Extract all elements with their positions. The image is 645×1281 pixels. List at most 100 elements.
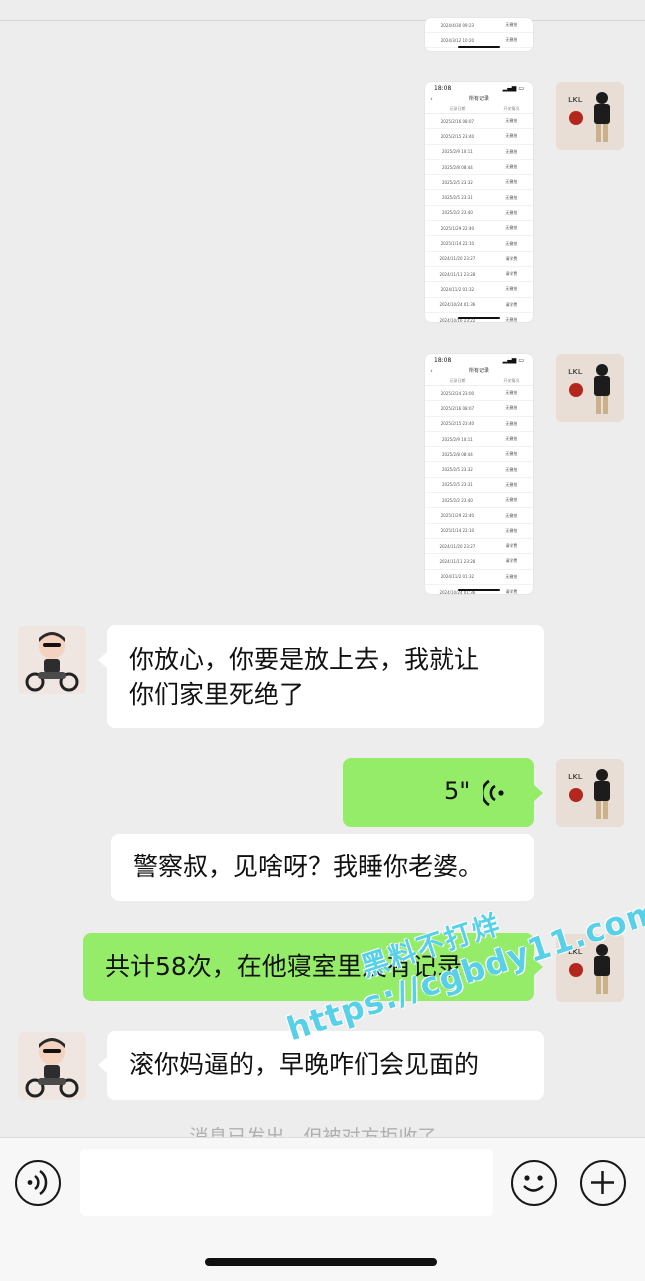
record-date: 2025/2/9 10:11 bbox=[442, 436, 473, 442]
record-status: 无撤拍 bbox=[505, 466, 518, 472]
self-avatar-image: ʟᴋʟ bbox=[556, 354, 624, 422]
contact-avatar[interactable] bbox=[18, 1032, 86, 1100]
record-status: 无撤拍 bbox=[505, 451, 518, 457]
record-date: 2025/1/14 22:10 bbox=[440, 241, 475, 247]
self-avatar[interactable]: ʟᴋʟ bbox=[556, 82, 624, 150]
message-bubble-sent[interactable]: 共计58次，在他寝室里没有记录 bbox=[83, 933, 534, 1001]
emoji-icon bbox=[523, 1175, 544, 1192]
table-row: 2025/2/5 23:31 无撤拍 bbox=[425, 478, 533, 494]
plus-button[interactable] bbox=[580, 1160, 626, 1206]
record-status: 无撤拍 bbox=[505, 405, 518, 411]
record-date: 2025/2/5 23:32 bbox=[442, 179, 473, 185]
record-date: 2024/11/11 23:28 bbox=[439, 558, 476, 564]
screenshot-image[interactable]: 18:08 ▂▄▆ ▭ ‹ 所有记录 记录日期 开关情况 2025/2/16 08:0… bbox=[425, 82, 533, 322]
record-status: 请学费 bbox=[505, 301, 518, 307]
self-avatar[interactable]: ʟᴋʟ bbox=[556, 759, 624, 827]
record-status: 请学费 bbox=[505, 255, 518, 261]
table-row: 2024/11/2 01:32 无撤拍 bbox=[425, 282, 533, 298]
table-row: 2025/1/14 22:10 无撤拍 bbox=[425, 236, 533, 252]
voice-duration: 5" bbox=[444, 777, 471, 805]
table-row: 2024/11/20 23:27 请学费 bbox=[425, 252, 533, 267]
table-row: 2025/2/24 23:00 无撤拍 bbox=[425, 386, 533, 402]
table-row: 2025/2/9 10:11 无撤拍 bbox=[425, 145, 533, 160]
message-text: 滚你妈逼的，早晚咋们会见面的 bbox=[129, 1050, 480, 1079]
svg-text:ʟᴋʟ: ʟᴋʟ bbox=[568, 95, 583, 105]
record-date: 2025/2/2 23:40 bbox=[442, 497, 473, 503]
table-row: 2025/1/29 22:40 无撤拍 bbox=[425, 221, 533, 237]
records-title: ‹ 所有记录 bbox=[430, 95, 489, 103]
screenshot-image[interactable]: 18:08 ▂▄▆ ▭ ‹ 所有记录 记录日期 开关情况 2025/2/24 23:0… bbox=[425, 354, 533, 594]
voice-mode-button[interactable] bbox=[15, 1160, 61, 1206]
record-date: 2025/2/5 23:32 bbox=[442, 467, 473, 473]
record-date: 2025/2/15 23:40 bbox=[440, 421, 475, 427]
record-date: 2025/2/5 23:31 bbox=[442, 482, 473, 488]
table-header: 记录日期 开关情况 bbox=[425, 376, 533, 386]
record-status: 无撤拍 bbox=[505, 481, 518, 487]
svg-text:ʟᴋʟ: ʟᴋʟ bbox=[568, 772, 583, 782]
svg-text:ʟᴋʟ: ʟᴋʟ bbox=[568, 367, 583, 377]
record-status: 无撤拍 bbox=[505, 240, 518, 246]
record-status: 无撤拍 bbox=[505, 225, 518, 231]
record-status: 无撤拍 bbox=[505, 512, 518, 518]
message-input[interactable] bbox=[80, 1149, 493, 1216]
table-row: 2025/2/15 23:40 无撤拍 bbox=[425, 129, 533, 145]
message-text: 共计58次，在他寝室里没有记录 bbox=[105, 952, 462, 981]
message-bubble-received[interactable]: 你放心，你要是放上去，我就让 你们家里死绝了 bbox=[107, 625, 544, 728]
self-avatar-image: ʟᴋʟ bbox=[556, 82, 624, 150]
record-status: 无撤拍 bbox=[505, 133, 518, 139]
record-date: 2025/1/29 22:40 bbox=[440, 225, 475, 231]
record-date: 2025/1/14 22:10 bbox=[440, 528, 475, 534]
home-indicator bbox=[458, 589, 500, 591]
nav-bar-edge bbox=[0, 0, 645, 21]
record-date: 2024/11/2 01:32 bbox=[440, 286, 475, 292]
record-status: 请学费 bbox=[505, 271, 518, 277]
emoji-button[interactable] bbox=[511, 1160, 557, 1206]
table-row: 2025/2/8 08:44 无撤拍 bbox=[425, 447, 533, 463]
self-avatar[interactable]: ʟᴋʟ bbox=[556, 934, 624, 1002]
status-bar: 18:08 ▂▄▆ ▭ bbox=[434, 84, 524, 92]
bubble-tail bbox=[534, 785, 543, 801]
record-date: 2025/2/9 10:11 bbox=[442, 149, 473, 155]
back-icon: ‹ bbox=[430, 95, 433, 103]
message-text: 警察叔，见啥呀？我睡你老婆。 bbox=[133, 852, 484, 881]
contact-avatar[interactable] bbox=[18, 626, 86, 694]
screenshot-image-partial[interactable]: 2024/4/30 09:23 无撤拍 2024/3/12 10:20 无撤拍 bbox=[425, 18, 533, 51]
self-avatar[interactable]: ʟᴋʟ bbox=[556, 354, 624, 422]
table-row: 2025/2/2 23:40 无撤拍 bbox=[425, 493, 533, 509]
voice-message-bubble[interactable]: 5" bbox=[343, 758, 534, 827]
record-date: 2024/11/2 01:32 bbox=[440, 574, 475, 580]
contact-avatar-image bbox=[18, 626, 86, 694]
table-row: 2024/10/24 01:36 请学费 bbox=[425, 298, 533, 313]
record-date: 2025/2/5 23:31 bbox=[442, 195, 473, 201]
home-indicator bbox=[458, 317, 500, 319]
record-status: 无撤拍 bbox=[505, 164, 518, 170]
record-date: 2025/2/16 08:07 bbox=[440, 118, 475, 124]
record-status: 请学费 bbox=[505, 543, 518, 549]
table-row: 2025/2/16 08:07 无撤拍 bbox=[425, 114, 533, 130]
record-status: 无撤拍 bbox=[505, 148, 518, 154]
message-bubble-received[interactable]: 滚你妈逼的，早晚咋们会见面的 bbox=[107, 1031, 544, 1100]
record-date: 2025/2/24 23:00 bbox=[440, 390, 475, 396]
record-status: 请学费 bbox=[505, 558, 518, 564]
table-row: 2024/11/11 23:28 请学费 bbox=[425, 267, 533, 283]
records-title: ‹ 所有记录 bbox=[430, 367, 489, 375]
record-status: 无撤拍 bbox=[505, 573, 518, 579]
record-date: 2024/11/20 23:27 bbox=[439, 256, 476, 262]
message-bubble[interactable]: 警察叔，见啥呀？我睡你老婆。 bbox=[111, 834, 534, 901]
table-row: 2025/2/9 10:11 无撤拍 bbox=[425, 432, 533, 448]
table-row: 2024/11/11 23:28 请学费 bbox=[425, 554, 533, 570]
message-text: 你放心，你要是放上去，我就让 bbox=[129, 645, 480, 674]
chat-area[interactable]: 2024/4/30 09:23 无撤拍 2024/3/12 10:20 无撤拍 ʟᴋ… bbox=[0, 0, 645, 1137]
table-row: 2025/2/15 23:40 无撤拍 bbox=[425, 417, 533, 432]
table-row: 2024/11/2 01:32 无撤拍 bbox=[425, 570, 533, 585]
table-row: 2025/2/5 23:32 无撤拍 bbox=[425, 462, 533, 478]
record-status: 无撤拍 bbox=[505, 118, 518, 124]
record-date: 2025/2/16 08:07 bbox=[440, 405, 475, 411]
record-status: 无撤拍 bbox=[505, 436, 518, 442]
table-row: 2025/2/2 23:40 无撤拍 bbox=[425, 206, 533, 222]
svg-text:ʟᴋʟ: ʟᴋʟ bbox=[568, 947, 583, 957]
record-date: 2025/2/2 23:40 bbox=[442, 210, 473, 216]
bubble-tail bbox=[98, 1057, 107, 1073]
table-row: 2025/2/16 08:07 无撤拍 bbox=[425, 401, 533, 417]
record-date: 2025/1/29 22:40 bbox=[440, 513, 475, 519]
